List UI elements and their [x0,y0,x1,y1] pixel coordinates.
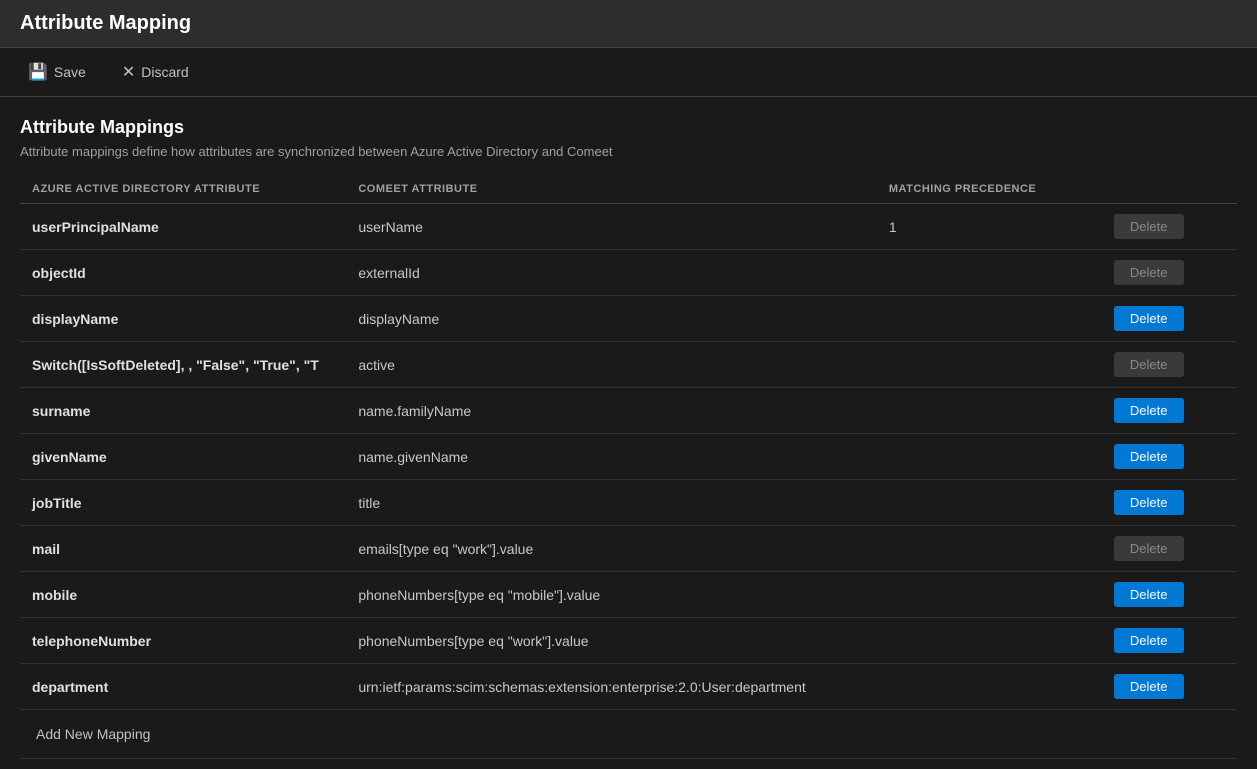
matching-precedence [877,526,1102,572]
matching-precedence: 1 [877,204,1102,250]
save-button[interactable]: 💾 Save [20,58,94,86]
comeet-attribute: urn:ietf:params:scim:schemas:extension:e… [346,664,877,710]
col-header-precedence: MATCHING PRECEDENCE [877,175,1102,204]
table-row: surnamename.familyName Delete [20,388,1237,434]
col-header-comeet: COMEET ATTRIBUTE [346,175,877,204]
save-label: Save [54,64,86,80]
comeet-attribute: externalId [346,250,877,296]
table-header-row: AZURE ACTIVE DIRECTORY ATTRIBUTE COMEET … [20,175,1237,204]
table-row: mailemails[type eq "work"].value Delete [20,526,1237,572]
delete-cell: Delete [1102,480,1237,526]
add-new-mapping-button[interactable]: Add New Mapping [32,722,154,746]
table-row: mobilephoneNumbers[type eq "mobile"].val… [20,572,1237,618]
aad-attribute: objectId [20,250,346,296]
matching-precedence [877,664,1102,710]
comeet-attribute: active [346,342,877,388]
page-title: Attribute Mapping [20,12,1237,35]
delete-button: Delete [1114,260,1184,285]
matching-precedence [877,572,1102,618]
aad-attribute: telephoneNumber [20,618,346,664]
aad-attribute: mobile [20,572,346,618]
discard-button[interactable]: ✕ Discard [114,58,197,86]
discard-label: Discard [141,64,188,80]
delete-button[interactable]: Delete [1114,490,1184,515]
comeet-attribute: name.givenName [346,434,877,480]
aad-attribute: userPrincipalName [20,204,346,250]
table-row: jobTitletitle Delete [20,480,1237,526]
aad-attribute: surname [20,388,346,434]
delete-button: Delete [1114,352,1184,377]
delete-cell: Delete [1102,296,1237,342]
delete-cell: Delete [1102,388,1237,434]
matching-precedence [877,342,1102,388]
table-row: displayNamedisplayName Delete [20,296,1237,342]
delete-button[interactable]: Delete [1114,398,1184,423]
delete-cell: Delete [1102,342,1237,388]
toolbar: 💾 Save ✕ Discard [0,48,1257,97]
save-icon: 💾 [28,62,48,82]
matching-precedence [877,480,1102,526]
comeet-attribute: title [346,480,877,526]
add-new-row: Add New Mapping [20,710,1237,759]
table-row: departmenturn:ietf:params:scim:schemas:e… [20,664,1237,710]
col-header-aad: AZURE ACTIVE DIRECTORY ATTRIBUTE [20,175,346,204]
aad-attribute: jobTitle [20,480,346,526]
delete-cell: Delete [1102,204,1237,250]
delete-button[interactable]: Delete [1114,628,1184,653]
delete-cell: Delete [1102,618,1237,664]
table-row: Switch([IsSoftDeleted], , "False", "True… [20,342,1237,388]
content: Attribute Mappings Attribute mappings de… [0,97,1257,769]
table-row: telephoneNumberphoneNumbers[type eq "wor… [20,618,1237,664]
delete-button: Delete [1114,536,1184,561]
section-title: Attribute Mappings [20,117,1237,138]
title-bar: Attribute Mapping [0,0,1257,48]
matching-precedence [877,618,1102,664]
col-header-action [1102,175,1237,204]
table-row: objectIdexternalId Delete [20,250,1237,296]
mapping-table: AZURE ACTIVE DIRECTORY ATTRIBUTE COMEET … [20,175,1237,710]
delete-cell: Delete [1102,250,1237,296]
aad-attribute: displayName [20,296,346,342]
delete-button: Delete [1114,214,1184,239]
table-row: userPrincipalNameuserName1 Delete [20,204,1237,250]
add-new-mapping-label: Add New Mapping [36,726,150,742]
aad-attribute: Switch([IsSoftDeleted], , "False", "True… [20,342,346,388]
matching-precedence [877,388,1102,434]
comeet-attribute: displayName [346,296,877,342]
delete-cell: Delete [1102,434,1237,480]
matching-precedence [877,434,1102,480]
discard-icon: ✕ [122,62,135,82]
section-description: Attribute mappings define how attributes… [20,144,1237,159]
comeet-attribute: name.familyName [346,388,877,434]
delete-button[interactable]: Delete [1114,306,1184,331]
aad-attribute: department [20,664,346,710]
delete-cell: Delete [1102,572,1237,618]
delete-button[interactable]: Delete [1114,582,1184,607]
matching-precedence [877,250,1102,296]
delete-button[interactable]: Delete [1114,444,1184,469]
comeet-attribute: userName [346,204,877,250]
comeet-attribute: emails[type eq "work"].value [346,526,877,572]
matching-precedence [877,296,1102,342]
aad-attribute: mail [20,526,346,572]
comeet-attribute: phoneNumbers[type eq "work"].value [346,618,877,664]
table-row: givenNamename.givenName Delete [20,434,1237,480]
delete-cell: Delete [1102,664,1237,710]
comeet-attribute: phoneNumbers[type eq "mobile"].value [346,572,877,618]
delete-cell: Delete [1102,526,1237,572]
delete-button[interactable]: Delete [1114,674,1184,699]
aad-attribute: givenName [20,434,346,480]
